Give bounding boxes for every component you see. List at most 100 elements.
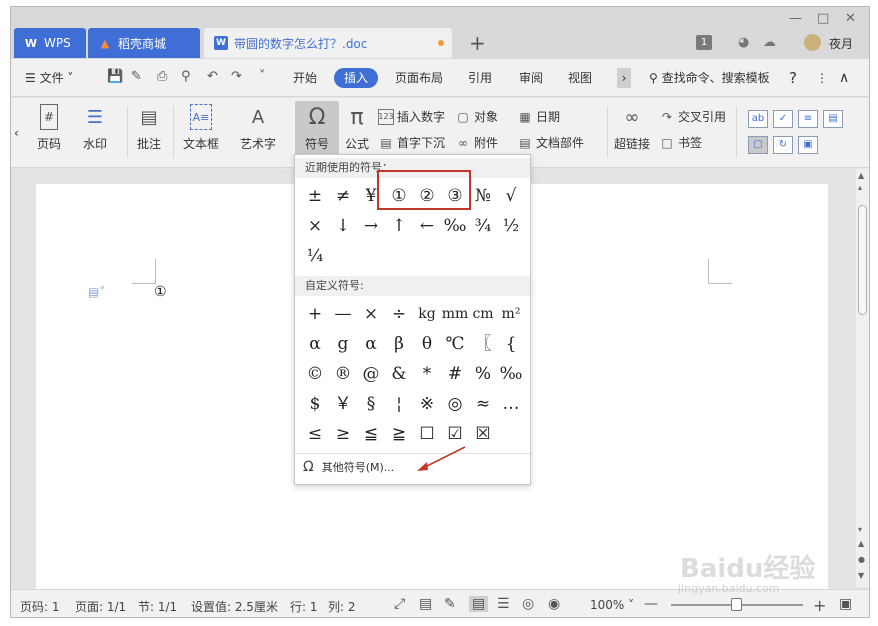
recent-symbol-7[interactable]: √ [497, 183, 525, 209]
form-list-icon[interactable]: ≡ [798, 110, 818, 128]
skin-shirt-icon[interactable]: ☁ [763, 35, 776, 50]
scroll-up-small-icon[interactable]: ▴ [858, 183, 862, 192]
custom-symbol-8[interactable]: α [301, 331, 329, 357]
recent-symbol-15[interactable]: ½ [497, 213, 525, 239]
insert-number-button[interactable]: 123 插入数字 [378, 108, 445, 125]
avatar[interactable] [804, 34, 821, 51]
document-text[interactable]: ① [154, 284, 167, 300]
custom-symbol-18[interactable]: @ [357, 361, 385, 387]
drop-cap-button[interactable]: ▤ 首字下沉 [378, 134, 445, 151]
format-painter-icon[interactable]: ✎ [131, 69, 142, 84]
watermark-button[interactable]: ☰ 水印 [83, 104, 107, 152]
tab-wps[interactable]: W WPS [14, 28, 86, 58]
custom-symbol-5[interactable]: mm [441, 301, 469, 327]
custom-symbol-7[interactable]: m² [497, 301, 525, 327]
object-button[interactable]: ▢ 对象 [455, 108, 498, 125]
recent-symbol-9[interactable]: ↓ [329, 213, 357, 239]
ribbon-scroll-left-icon[interactable]: ‹ [14, 126, 19, 140]
custom-symbol-23[interactable]: ‰ [497, 361, 525, 387]
recent-symbol-14[interactable]: ¾ [469, 213, 497, 239]
page-number-button[interactable]: # 页码 [37, 104, 61, 152]
recent-symbol-0[interactable]: ± [301, 183, 329, 209]
custom-symbol-24[interactable]: $ [301, 391, 329, 417]
pen-icon[interactable]: ✎ [444, 596, 456, 612]
custom-symbol-15[interactable]: { [497, 331, 525, 357]
tab-daoke-store[interactable]: ▲ 稻壳商城 [88, 28, 200, 58]
recent-symbol-12[interactable]: ← [413, 213, 441, 239]
menu-page-layout[interactable]: 页面布局 [395, 68, 443, 88]
status-section[interactable]: 节: 1/1 [138, 598, 177, 615]
custom-symbol-20[interactable]: * [413, 361, 441, 387]
custom-symbol-28[interactable]: ※ [413, 391, 441, 417]
comment-button[interactable]: ▤ 批注 [137, 104, 161, 152]
zoom-out-icon[interactable]: — [644, 596, 658, 612]
custom-symbol-6[interactable]: cm [469, 301, 497, 327]
form-checkbox-icon[interactable]: ✓ [773, 110, 793, 128]
print-preview-icon[interactable]: ⚲ [181, 69, 191, 84]
maximize-icon[interactable]: □ [817, 11, 829, 26]
custom-symbol-25[interactable]: ￥ [329, 391, 357, 417]
tab-document[interactable]: W 带圆的数字怎么打？.doc [204, 28, 452, 58]
web-view-icon[interactable]: ◎ [522, 596, 534, 612]
help-icon[interactable]: ? [789, 68, 797, 88]
more-symbols-button[interactable]: Ω 其他符号(M)... [303, 459, 394, 475]
custom-symbol-0[interactable]: + [301, 301, 329, 327]
custom-symbol-17[interactable]: ® [329, 361, 357, 387]
custom-symbol-21[interactable]: # [441, 361, 469, 387]
recent-symbol-1[interactable]: ≠ [329, 183, 357, 209]
doc-parts-button[interactable]: ▤ 文档部件 [517, 134, 584, 151]
more-tabs-chevron-icon[interactable]: › [617, 68, 631, 88]
wordart-button[interactable]: A 艺术字 [240, 104, 276, 152]
custom-symbol-1[interactable]: — [329, 301, 357, 327]
bookmark-button[interactable]: □ 书签 [659, 134, 702, 151]
cloud-sync-icon[interactable]: ◕ [738, 35, 749, 50]
zoom-level[interactable]: 100% ˅ [590, 598, 634, 612]
custom-symbol-9[interactable]: g [329, 331, 357, 357]
redo-icon[interactable]: ↷ [231, 69, 242, 84]
vertical-scrollbar[interactable]: ▲ ▴ ▾ ▲ ● ▼ [856, 169, 869, 587]
status-page[interactable]: 页面: 1/1 [75, 598, 126, 615]
custom-symbol-22[interactable]: % [469, 361, 497, 387]
status-page-code[interactable]: 页码: 1 [20, 598, 60, 615]
next-page-icon[interactable]: ▼ [858, 571, 864, 580]
fullscreen-icon[interactable]: ⤢ [394, 596, 405, 612]
custom-symbol-31[interactable]: … [497, 391, 525, 417]
textbox-button[interactable]: A≡ 文本框 [183, 104, 219, 152]
collapse-ribbon-icon[interactable]: ∧ [839, 68, 849, 88]
symbol-button[interactable]: Ω 符号 [295, 101, 339, 159]
custom-symbol-10[interactable]: α [357, 331, 385, 357]
new-tab-button[interactable]: + [469, 31, 486, 55]
custom-symbol-38[interactable]: ☒ [469, 421, 497, 447]
custom-symbol-27[interactable]: ¦ [385, 391, 413, 417]
outline-view-icon[interactable]: ☰ [497, 596, 510, 612]
custom-symbol-37[interactable]: ☑ [441, 421, 469, 447]
custom-symbol-12[interactable]: θ [413, 331, 441, 357]
close-icon[interactable]: ✕ [845, 11, 856, 26]
form-textbox-icon[interactable]: ab [748, 110, 768, 128]
zoom-in-icon[interactable]: + [813, 596, 826, 615]
recent-symbol-16[interactable]: ¼ [301, 243, 329, 269]
date-button[interactable]: ▦ 日期 [517, 108, 560, 125]
recent-symbol-13[interactable]: ‰ [441, 213, 469, 239]
status-row[interactable]: 行: 1 [290, 598, 318, 615]
fit-window-icon[interactable]: ▣ [839, 596, 852, 612]
more-options-icon[interactable]: ⋮ [816, 68, 828, 88]
file-menu[interactable]: ☰ 文件 ˅ [25, 68, 73, 88]
menu-review[interactable]: 审阅 [519, 68, 543, 88]
custom-symbol-32[interactable]: ≤ [301, 421, 329, 447]
form-lock-icon[interactable]: ▣ [798, 136, 818, 154]
cross-reference-button[interactable]: ↷ 交叉引用 [659, 108, 726, 125]
status-column[interactable]: 列: 2 [328, 598, 356, 615]
custom-symbol-3[interactable]: ÷ [385, 301, 413, 327]
custom-symbol-34[interactable]: ≦ [357, 421, 385, 447]
select-browse-object-icon[interactable]: ● [858, 555, 865, 564]
custom-symbol-2[interactable]: × [357, 301, 385, 327]
menu-references[interactable]: 引用 [468, 68, 492, 88]
user-name[interactable]: 夜月 [829, 35, 853, 52]
attachment-button[interactable]: ∞ 附件 [455, 134, 498, 151]
save-icon[interactable]: 💾 [107, 69, 123, 84]
zoom-slider-knob[interactable] [731, 598, 742, 611]
recent-symbol-10[interactable]: → [357, 213, 385, 239]
custom-symbol-13[interactable]: ℃ [441, 331, 469, 357]
quick-access-dropdown-icon[interactable]: ˅ [259, 69, 266, 84]
